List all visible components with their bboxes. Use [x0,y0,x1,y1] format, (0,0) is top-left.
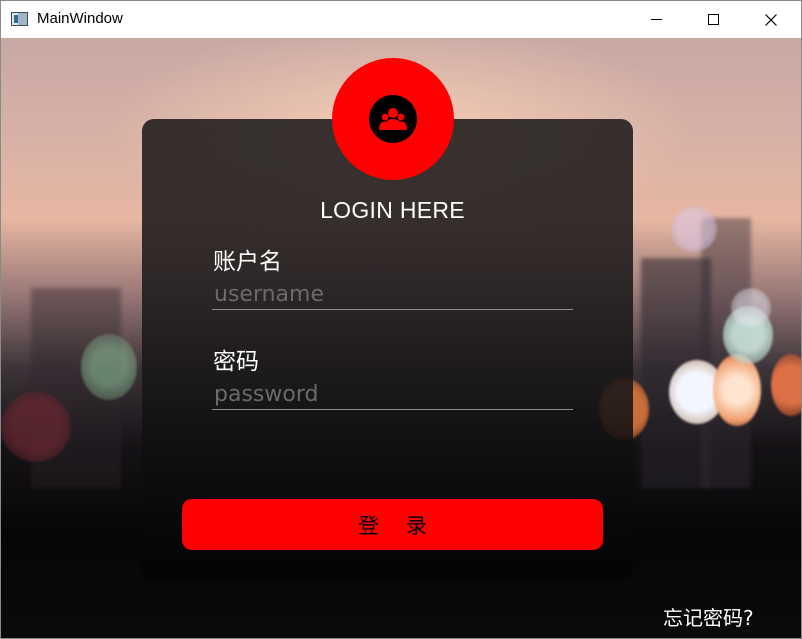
password-input[interactable] [212,380,573,410]
username-label: 账户名 [213,249,282,275]
login-button[interactable]: 登 录 [182,499,603,550]
app-icon [11,12,28,26]
close-button[interactable] [743,1,799,38]
maximize-icon [707,14,719,25]
title-bar[interactable]: MainWindow [1,1,801,38]
login-heading: LOGIN HERE [320,197,465,223]
username-input[interactable] [212,280,573,310]
forgot-password-link[interactable]: 忘记密码? [663,602,754,631]
minimize-button[interactable] [628,1,684,38]
minimize-icon [650,19,662,20]
window-title: MainWindow [37,10,123,27]
avatar-badge [332,58,454,180]
users-group-icon [369,95,417,143]
maximize-button[interactable] [685,1,741,38]
main-window: MainWindow LOGIN HERE 账户名 username 密码 登 … [0,0,802,639]
password-label: 密码 [213,349,259,375]
close-icon [765,13,777,26]
